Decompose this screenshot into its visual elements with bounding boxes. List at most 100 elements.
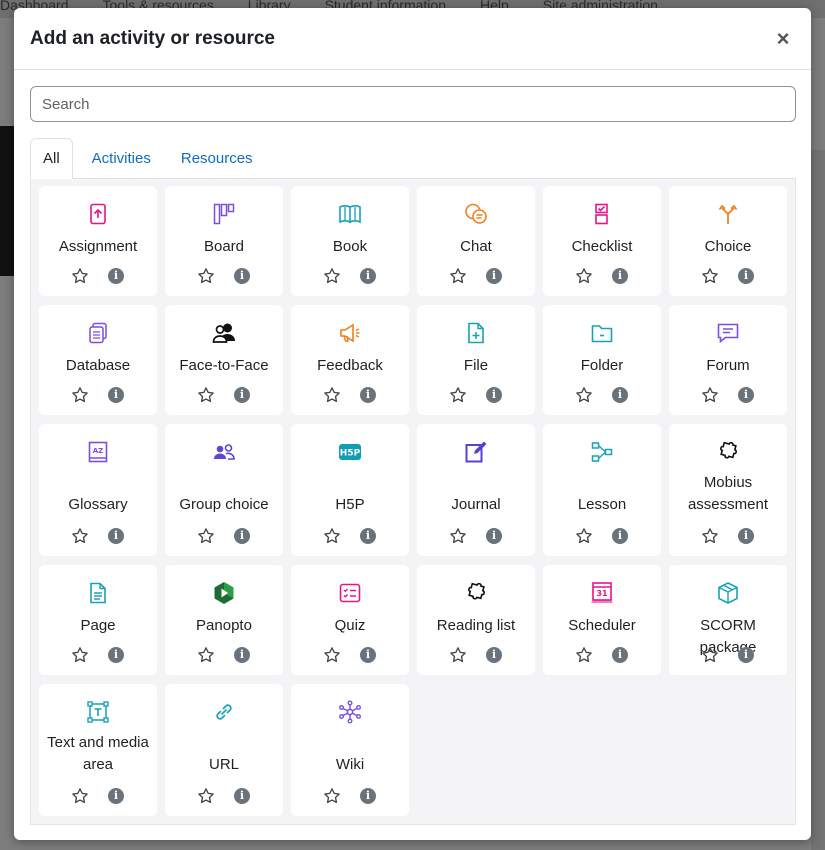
activity-card-choice[interactable]: Choice i <box>669 186 787 296</box>
star-icon[interactable] <box>575 646 593 664</box>
activity-card-forum[interactable]: Forum i <box>669 305 787 415</box>
info-icon[interactable]: i <box>108 788 124 804</box>
activity-label: Database <box>65 357 131 374</box>
info-icon[interactable]: i <box>738 268 754 284</box>
activity-card-book[interactable]: Book i <box>291 186 409 296</box>
close-button[interactable]: × <box>771 26 795 51</box>
activity-card-feedback[interactable]: Feedback i <box>291 305 409 415</box>
star-icon[interactable] <box>701 527 719 545</box>
star-icon[interactable] <box>71 267 89 285</box>
info-icon[interactable]: i <box>360 387 376 403</box>
star-icon[interactable] <box>323 787 341 805</box>
star-icon[interactable] <box>701 386 719 404</box>
info-icon[interactable]: i <box>612 268 628 284</box>
info-icon[interactable]: i <box>486 647 502 663</box>
star-icon[interactable] <box>71 386 89 404</box>
activity-card-wiki[interactable]: Wiki i <box>291 684 409 816</box>
activity-card-face-to-face[interactable]: Face-to-Face i <box>165 305 283 415</box>
star-icon[interactable] <box>323 527 341 545</box>
activity-card-glossary[interactable]: AZ Glossary i <box>39 424 157 556</box>
star-icon[interactable] <box>197 386 215 404</box>
activity-card-group-choice[interactable]: Group choice i <box>165 424 283 556</box>
search-input[interactable] <box>30 86 796 122</box>
info-icon[interactable]: i <box>486 528 502 544</box>
star-icon[interactable] <box>71 527 89 545</box>
info-icon[interactable]: i <box>234 647 250 663</box>
info-icon[interactable]: i <box>486 268 502 284</box>
star-icon[interactable] <box>449 646 467 664</box>
star-icon[interactable] <box>197 787 215 805</box>
info-icon[interactable]: i <box>234 268 250 284</box>
activity-label: Wiki <box>335 756 365 773</box>
star-icon[interactable] <box>449 267 467 285</box>
info-icon[interactable]: i <box>108 528 124 544</box>
activity-card-url[interactable]: URL i <box>165 684 283 816</box>
tab-resources[interactable]: Resources <box>168 138 266 179</box>
star-icon[interactable] <box>323 386 341 404</box>
choice-icon <box>716 202 740 226</box>
tab-activities[interactable]: Activities <box>79 138 164 179</box>
activity-card-journal[interactable]: Journal i <box>417 424 535 556</box>
info-icon[interactable]: i <box>486 387 502 403</box>
info-icon[interactable]: i <box>612 387 628 403</box>
activity-card-h5p[interactable]: H5P H5P i <box>291 424 409 556</box>
activity-card-scheduler[interactable]: 31 Scheduler i <box>543 565 661 675</box>
star-icon[interactable] <box>71 787 89 805</box>
chat-icon <box>464 202 488 226</box>
activity-card-mobius-assessment[interactable]: Mobius assessment i <box>669 424 787 556</box>
activity-card-scorm-package[interactable]: SCORM package i <box>669 565 787 675</box>
star-icon[interactable] <box>701 646 719 664</box>
activity-card-lesson[interactable]: Lesson i <box>543 424 661 556</box>
activity-card-chat[interactable]: Chat i <box>417 186 535 296</box>
star-icon[interactable] <box>575 267 593 285</box>
info-icon[interactable]: i <box>738 387 754 403</box>
star-icon[interactable] <box>701 267 719 285</box>
activity-label: URL <box>208 756 239 773</box>
star-icon[interactable] <box>575 527 593 545</box>
info-icon[interactable]: i <box>108 268 124 284</box>
activity-card-assignment[interactable]: Assignment i <box>39 186 157 296</box>
star-icon[interactable] <box>197 267 215 285</box>
background-panel <box>811 150 825 850</box>
activity-label: Glossary <box>68 496 128 513</box>
activity-card-file[interactable]: File i <box>417 305 535 415</box>
info-icon[interactable]: i <box>234 387 250 403</box>
activity-card-panopto[interactable]: Panopto i <box>165 565 283 675</box>
star-icon[interactable] <box>197 646 215 664</box>
activity-label: Journal <box>451 496 501 513</box>
svg-text:31: 31 <box>596 589 608 598</box>
info-icon[interactable]: i <box>360 528 376 544</box>
info-icon[interactable]: i <box>234 528 250 544</box>
star-icon[interactable] <box>197 527 215 545</box>
star-icon[interactable] <box>449 527 467 545</box>
info-icon[interactable]: i <box>612 647 628 663</box>
page-icon <box>86 581 110 605</box>
info-icon[interactable]: i <box>360 788 376 804</box>
star-icon[interactable] <box>71 646 89 664</box>
activity-card-database[interactable]: Database i <box>39 305 157 415</box>
forum-icon <box>716 321 740 345</box>
info-icon[interactable]: i <box>360 647 376 663</box>
info-icon[interactable]: i <box>360 268 376 284</box>
activity-card-board[interactable]: Board i <box>165 186 283 296</box>
star-icon[interactable] <box>323 646 341 664</box>
info-icon[interactable]: i <box>108 387 124 403</box>
info-icon[interactable]: i <box>738 647 754 663</box>
activity-label: Mobius assessment <box>687 474 769 513</box>
star-icon[interactable] <box>575 386 593 404</box>
info-icon[interactable]: i <box>234 788 250 804</box>
activity-card-reading-list[interactable]: Reading list i <box>417 565 535 675</box>
tab-all[interactable]: All <box>30 138 73 180</box>
info-icon[interactable]: i <box>108 647 124 663</box>
activity-card-folder[interactable]: Folder i <box>543 305 661 415</box>
info-icon[interactable]: i <box>738 528 754 544</box>
info-icon[interactable]: i <box>612 528 628 544</box>
h5p-icon: H5P <box>338 440 362 464</box>
star-icon[interactable] <box>449 386 467 404</box>
activity-card-quiz[interactable]: Quiz i <box>291 565 409 675</box>
activity-card-checklist[interactable]: Checklist i <box>543 186 661 296</box>
assignment-icon <box>86 202 110 226</box>
activity-card-page[interactable]: Page i <box>39 565 157 675</box>
activity-card-text-and-media-area[interactable]: Text and media area i <box>39 684 157 816</box>
star-icon[interactable] <box>323 267 341 285</box>
